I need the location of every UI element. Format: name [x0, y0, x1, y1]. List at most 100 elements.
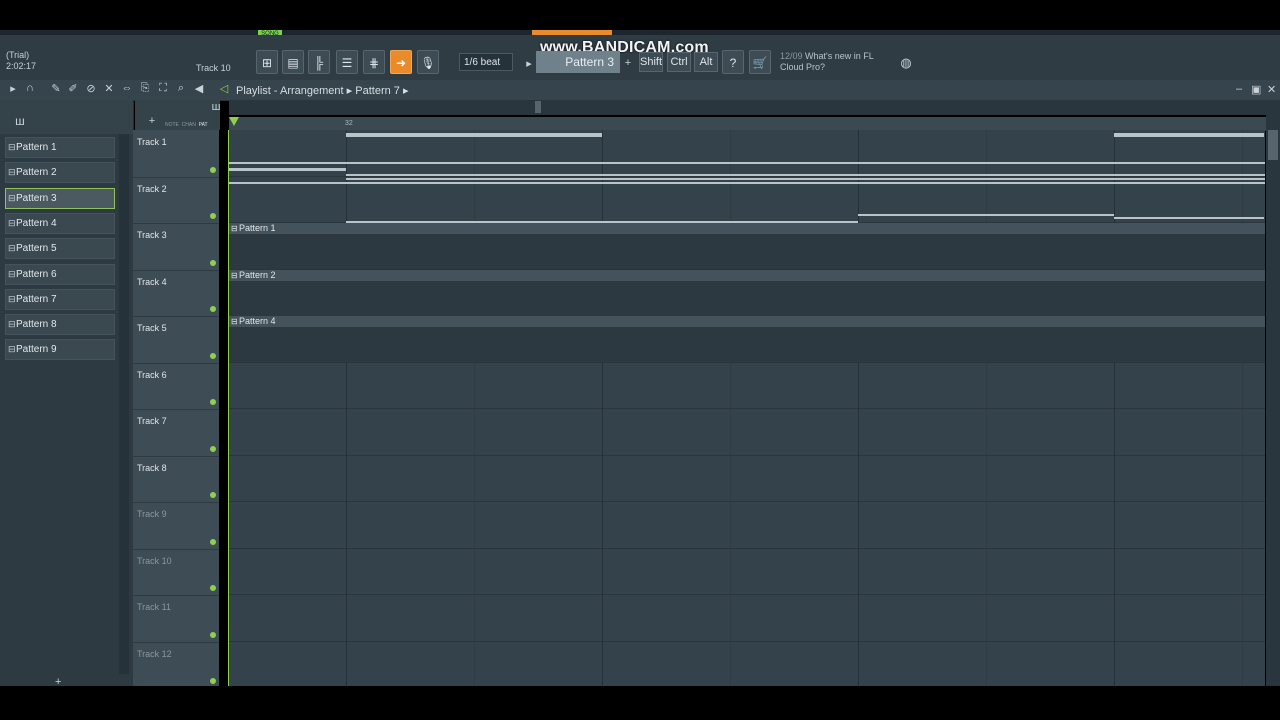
pattern-item[interactable]: ⊟ Pattern 1 [5, 137, 115, 158]
menu-arrow-icon[interactable]: ▸ [6, 82, 20, 95]
track-active-indicator[interactable] [210, 585, 216, 591]
grid-row[interactable] [229, 502, 1265, 549]
shop-cart-icon[interactable]: 🛒 [749, 50, 771, 74]
grid-row[interactable] [229, 595, 1265, 642]
pattern-item[interactable]: ⊟ Pattern 3 [5, 187, 115, 209]
pattern-clip[interactable]: ⊟ Pattern 1 [229, 223, 1265, 269]
playlist-shortcut-icon[interactable]: ⊞ [256, 50, 278, 74]
pattern-item[interactable]: ⊟ Pattern 8 [5, 314, 115, 336]
snap-arrow-icon[interactable]: ▸ [522, 57, 536, 70]
piano-roll-icon[interactable]: ╠ [308, 50, 330, 74]
arrow-tool-icon[interactable]: ➜ [390, 50, 412, 74]
track-active-indicator[interactable] [210, 166, 216, 173]
horizontal-scroll-thumb[interactable] [535, 101, 541, 113]
playhead-marker[interactable] [229, 117, 239, 126]
track-active-indicator[interactable] [210, 213, 216, 219]
mute-icon[interactable]: ✕ [102, 82, 116, 95]
track-row[interactable]: Track 4 [133, 271, 219, 317]
select-icon[interactable]: ⛶ [156, 82, 170, 95]
pattern-clip[interactable]: ⊟ Pattern 2 [229, 269, 1265, 316]
track-active-indicator[interactable] [210, 259, 216, 266]
pattern-clip[interactable]: ⊟ Pattern 4 [229, 316, 1265, 362]
ctrl-modifier[interactable]: Ctrl [667, 52, 691, 72]
maximize-icon[interactable]: ▣ [1251, 83, 1261, 96]
record-mic-icon[interactable]: 🎙 [417, 50, 439, 74]
tab-pat[interactable]: PAT [199, 122, 208, 128]
tab-labels: NOTE CHAN PAT [165, 122, 208, 128]
track-active-indicator[interactable] [210, 631, 216, 638]
track-row[interactable]: Track 12 [133, 643, 219, 689]
bottom-bar [0, 686, 1280, 720]
track-active-indicator[interactable] [210, 352, 216, 359]
track-row[interactable]: Track 9 [133, 503, 219, 550]
close-icon[interactable]: ✕ [1267, 83, 1276, 96]
pattern-selector[interactable]: Pattern 3 [536, 51, 620, 73]
add-track-icon[interactable]: + [145, 115, 159, 127]
track-row[interactable]: Track 1 [133, 131, 219, 178]
vertical-scrollbar[interactable] [1266, 100, 1280, 686]
clip-header[interactable]: ⊟ Pattern 4 [229, 316, 1265, 327]
alt-modifier[interactable]: Alt [694, 52, 718, 72]
speaker-icon[interactable]: ◀ [192, 82, 206, 95]
clip-label: Pattern 1 [239, 223, 276, 233]
track-active-indicator[interactable] [210, 306, 216, 312]
grid-row[interactable] [229, 549, 1265, 595]
track-row[interactable]: Track 11 [133, 596, 219, 643]
tab-chan[interactable]: CHAN [182, 122, 196, 128]
browser-scrollbar[interactable] [119, 134, 129, 674]
pattern-item[interactable]: ⊟ Pattern 6 [5, 263, 115, 285]
track-row[interactable]: Track 7 [133, 410, 219, 457]
grid-row[interactable] [229, 363, 1265, 409]
pattern-item[interactable]: ⊟ Pattern 7 [5, 288, 115, 310]
playlist-grid[interactable]: ⊟ Pattern 1 ⊟ Pattern 2 ⊟ Pattern 4 [229, 130, 1265, 686]
track-row[interactable]: Track 2 [133, 178, 219, 224]
channel-rack-icon[interactable]: ▤ [282, 50, 304, 74]
horizontal-scrollbar[interactable] [229, 100, 1266, 115]
track-row[interactable]: Track 6 [133, 364, 219, 410]
pattern-icon: ⊟ [8, 319, 16, 330]
track-active-indicator[interactable] [210, 445, 216, 452]
track-row[interactable]: Track 8 [133, 457, 219, 503]
vertical-scroll-thumb[interactable] [1268, 130, 1278, 160]
track-row[interactable]: Track 5 [133, 317, 219, 364]
track-active-indicator[interactable] [210, 538, 216, 545]
piano-icon[interactable]: ш [13, 114, 27, 128]
grid-row[interactable] [229, 642, 1265, 687]
timeline-ruler[interactable]: 32 [229, 117, 1266, 131]
track-active-indicator[interactable] [210, 678, 216, 684]
grid-row[interactable] [229, 409, 1265, 456]
mixer-icon[interactable]: ☰ [336, 50, 358, 74]
pencil-icon[interactable]: ✎ [49, 82, 63, 95]
pattern-item[interactable]: ⊟ Pattern 5 [5, 238, 115, 260]
track-row[interactable]: Track 3 [133, 224, 219, 271]
magnet-icon[interactable]: ∩ [23, 82, 37, 94]
pattern-item[interactable]: ⊟ Pattern 9 [5, 339, 115, 361]
shift-modifier[interactable]: Shift [639, 52, 663, 72]
track-active-indicator[interactable] [210, 492, 216, 498]
clip-header[interactable]: ⊟ Pattern 1 [229, 223, 1265, 234]
playback-icon[interactable]: ◁ [217, 82, 231, 95]
pattern-label: Pattern 9 [16, 344, 57, 356]
track-active-indicator[interactable] [210, 399, 216, 405]
help-icon[interactable]: ? [722, 50, 744, 74]
minimize-icon[interactable]: – [1236, 83, 1242, 95]
news-panel[interactable]: 12/09 What's new in FL Cloud Pro? [780, 51, 874, 73]
pattern-item[interactable]: ⊟ Pattern 2 [5, 162, 115, 184]
add-pattern-button[interactable]: + [621, 57, 635, 69]
paint-icon[interactable]: ✐ [66, 82, 80, 95]
slice-icon[interactable]: ⎘ [138, 82, 152, 95]
track-name: Track 11 [137, 602, 172, 612]
grid-row[interactable] [229, 456, 1265, 502]
clip-header[interactable]: ⊟ Pattern 2 [229, 269, 1265, 281]
zoom-icon[interactable]: ⌕ [174, 82, 188, 95]
plugin-picker-icon[interactable]: ⋕ [363, 50, 385, 74]
globe-icon[interactable]: ◍ [899, 55, 913, 71]
tab-note[interactable]: NOTE [165, 122, 179, 128]
piano-pat-icon[interactable]: ш [209, 101, 223, 113]
breadcrumb-pattern[interactable]: Pattern 7 [355, 85, 400, 97]
pattern-item[interactable]: ⊟ Pattern 4 [5, 212, 115, 234]
slip-icon[interactable]: ⇔ [120, 82, 134, 94]
track-row[interactable]: Track 10 [133, 550, 219, 596]
delete-icon[interactable]: ⊘ [84, 82, 98, 95]
snap-selector[interactable]: 1/6 beat [459, 53, 513, 71]
